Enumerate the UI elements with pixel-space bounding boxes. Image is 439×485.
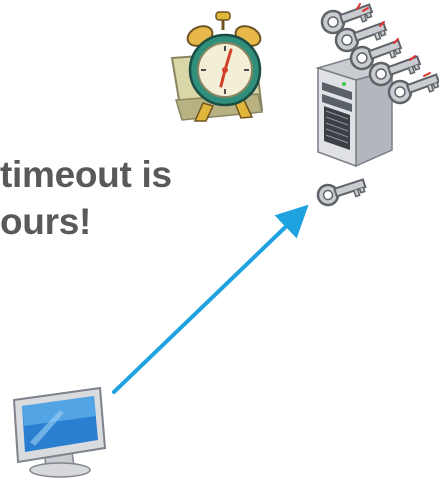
desktop-computer-icon: [12, 386, 107, 478]
diagram-slide: timeout is ours!: [0, 0, 439, 485]
